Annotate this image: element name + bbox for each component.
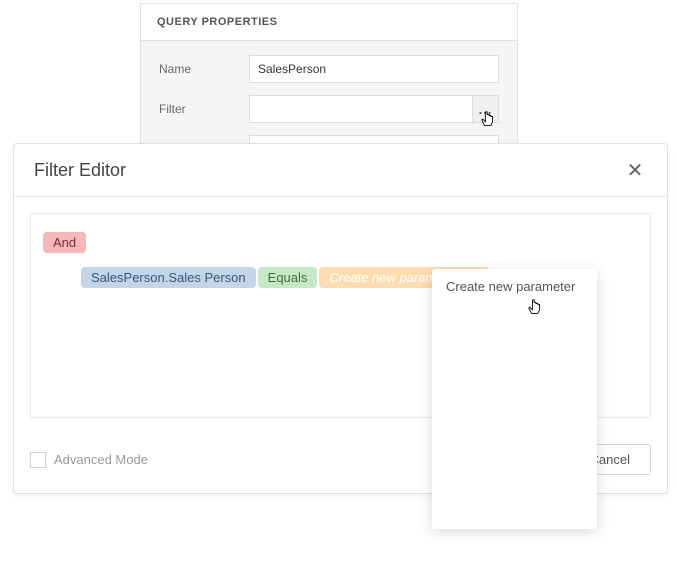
pointer-cursor-icon bbox=[527, 297, 545, 319]
row-name: Name bbox=[159, 55, 499, 83]
input-filter[interactable] bbox=[249, 95, 473, 123]
label-filter: Filter bbox=[159, 102, 249, 116]
parameter-dropdown: Create new parameter bbox=[432, 269, 597, 529]
modal-header: Filter Editor ✕ bbox=[14, 144, 667, 197]
dropdown-item-create-parameter[interactable]: Create new parameter bbox=[432, 269, 597, 304]
pointer-cursor-icon bbox=[480, 109, 498, 131]
row-filter: Filter ... bbox=[159, 95, 499, 123]
advanced-mode-checkbox[interactable] bbox=[30, 452, 46, 468]
query-properties-title: QUERY PROPERTIES bbox=[141, 4, 517, 41]
label-name: Name bbox=[159, 62, 249, 76]
input-name[interactable] bbox=[249, 55, 499, 83]
pill-operator[interactable]: Equals bbox=[258, 267, 318, 288]
pill-field[interactable]: SalesPerson.Sales Person bbox=[81, 267, 256, 288]
advanced-mode-label: Advanced Mode bbox=[54, 452, 148, 467]
advanced-mode-group[interactable]: Advanced Mode bbox=[30, 452, 148, 468]
modal-title: Filter Editor bbox=[34, 160, 126, 181]
close-icon: ✕ bbox=[627, 158, 644, 183]
pill-and[interactable]: And bbox=[43, 232, 86, 253]
close-button[interactable]: ✕ bbox=[623, 158, 647, 182]
